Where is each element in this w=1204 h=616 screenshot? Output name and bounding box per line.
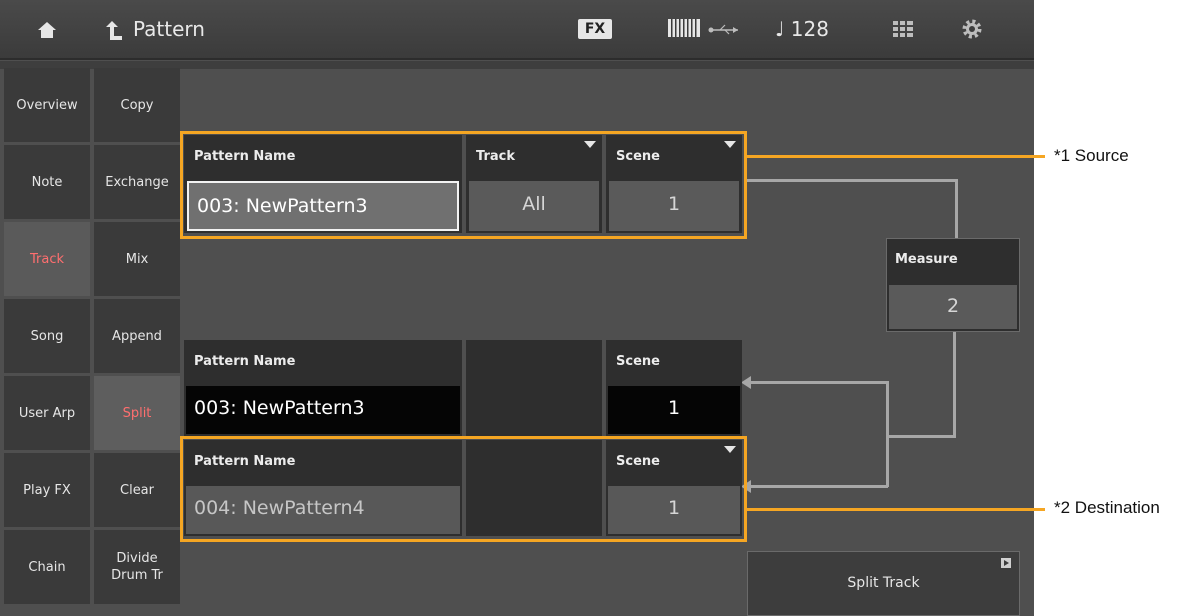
sidebar-item-play-fx[interactable]: Play FX <box>4 453 90 527</box>
sidebar-item-split[interactable]: Split <box>94 376 180 450</box>
source-highlight-frame <box>180 131 747 239</box>
result-scene-cell: Scene 1 <box>606 340 742 436</box>
destination-highlight-frame <box>180 436 747 542</box>
connector-line <box>953 332 956 438</box>
sidebar-item-note[interactable]: Note <box>4 145 90 219</box>
source-callout-label: *1 Source <box>1054 146 1129 165</box>
fx-icon[interactable]: FX <box>578 19 612 39</box>
home-icon[interactable] <box>38 22 56 38</box>
sidebar-item-clear[interactable]: Clear <box>94 453 180 527</box>
measure-value-box: 2 <box>889 285 1017 329</box>
connector-line <box>886 381 889 487</box>
sidebar-item-user-arp[interactable]: User Arp <box>4 376 90 450</box>
connector-line <box>748 485 888 488</box>
result-pattern-name-field: 003: NewPattern3 <box>186 386 460 434</box>
sidebar-item-song[interactable]: Song <box>4 299 90 373</box>
top-bar: Pattern FX ♩ 128 <box>0 0 1034 60</box>
gear-icon[interactable] <box>961 18 983 40</box>
split-track-button[interactable]: Split Track <box>747 551 1020 616</box>
connector-line <box>888 435 956 438</box>
sidebar-item-exchange[interactable]: Exchange <box>94 145 180 219</box>
source-callout-line <box>747 155 1045 158</box>
sidebar-item-chain[interactable]: Chain <box>4 530 90 604</box>
tempo-display[interactable]: ♩ 128 <box>775 17 829 41</box>
sidebar-item-mix[interactable]: Mix <box>94 222 180 296</box>
connector-line <box>748 381 888 384</box>
destination-callout-label: *2 Destination <box>1054 498 1160 517</box>
breadcrumb: Pattern <box>133 17 205 41</box>
usb-icon <box>708 24 738 35</box>
quick-access-grid-icon[interactable] <box>893 21 913 37</box>
measure-cell[interactable]: Measure 2 <box>886 238 1020 332</box>
back-arrow-icon[interactable] <box>104 20 124 42</box>
arrow-left-icon <box>741 376 751 389</box>
connector-line <box>744 179 958 182</box>
play-icon <box>1001 558 1011 568</box>
sidebar-item-track[interactable]: Track <box>4 222 90 296</box>
connector-line <box>955 179 958 239</box>
result-pattern-name-cell: Pattern Name 003: NewPattern3 <box>184 340 462 436</box>
sidebar-item-overview[interactable]: Overview <box>4 68 90 142</box>
sidebar-item-append[interactable]: Append <box>94 299 180 373</box>
device-screen: Pattern FX ♩ 128 Overview Note Track Son… <box>0 0 1034 616</box>
destination-callout-line <box>747 508 1045 511</box>
result-empty-cell <box>466 340 602 436</box>
sidebar-item-copy[interactable]: Copy <box>94 68 180 142</box>
sidebar-item-divide-drum-tr[interactable]: Divide Drum Tr <box>94 530 180 604</box>
keyboard-icon[interactable] <box>668 19 700 37</box>
result-scene-value-box: 1 <box>608 386 740 434</box>
